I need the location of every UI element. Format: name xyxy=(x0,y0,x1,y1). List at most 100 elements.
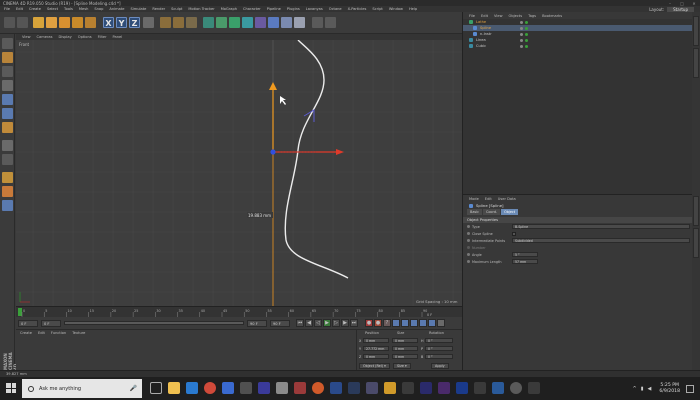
size-z-field[interactable]: 0 mm xyxy=(392,354,418,359)
side-tab-attributes[interactable] xyxy=(693,196,699,226)
material-menu-texture[interactable]: Texture xyxy=(72,331,85,335)
step-forward-icon[interactable]: ▷ xyxy=(332,319,340,327)
viewport-menu-cameras[interactable]: Cameras xyxy=(37,35,53,39)
menu-render[interactable]: Render xyxy=(152,7,165,11)
spline-type-dropdown[interactable]: B-Spline xyxy=(512,224,690,229)
max-frame-field[interactable]: 90 F xyxy=(270,319,290,327)
intermediate-points-dropdown[interactable]: Subdivided xyxy=(512,238,690,243)
play-icon[interactable]: ▶ xyxy=(323,319,331,327)
parameter-key-icon[interactable] xyxy=(419,319,427,327)
object-visibility-tags[interactable] xyxy=(520,44,530,48)
menu-mograph[interactable]: MoGraph xyxy=(221,7,237,11)
om-menu-edit[interactable]: Edit xyxy=(481,14,488,18)
menu-motion-tracker[interactable]: Motion Tracker xyxy=(188,7,214,11)
app-icon[interactable] xyxy=(528,382,540,394)
size-x-field[interactable]: 0 mm xyxy=(392,338,418,343)
timeline-settings-icon[interactable] xyxy=(437,319,445,327)
tab-object[interactable]: Object xyxy=(501,209,519,215)
light-icon[interactable] xyxy=(294,17,305,28)
menu-sculpt[interactable]: Sculpt xyxy=(171,7,182,11)
octane-icon[interactable] xyxy=(312,17,323,28)
cube-primitive-icon[interactable] xyxy=(203,17,214,28)
timeline-ruler[interactable]: 0 5 10 15 20 25 30 35 40 45 50 55 60 65 70 75 80 85 90 0 F xyxy=(16,306,462,318)
action-center-icon[interactable] xyxy=(686,384,694,393)
z-axis-lock-button[interactable]: Z xyxy=(129,17,140,28)
coordinate-mode-dropdown[interactable]: Object (Rel) ▾ xyxy=(359,363,390,369)
firefox-icon[interactable] xyxy=(312,382,324,394)
object-origin-handle[interactable] xyxy=(270,149,276,155)
sculpt-icon[interactable] xyxy=(2,172,13,183)
scale-key-icon[interactable] xyxy=(401,319,409,327)
model-mode-icon[interactable] xyxy=(2,52,13,63)
menu-create[interactable]: Create xyxy=(29,7,41,11)
am-menu-mode[interactable]: Mode xyxy=(469,197,479,201)
plugin-icon[interactable] xyxy=(325,17,336,28)
make-editable-icon[interactable] xyxy=(2,38,13,49)
position-x-field[interactable]: 0 mm xyxy=(363,338,389,343)
microphone-icon[interactable]: 🎤 xyxy=(130,385,137,392)
side-tab-objects[interactable] xyxy=(693,16,699,46)
viewport-canvas[interactable]: Front 19.883 mm Grid Spacing : 10 mm xyxy=(16,40,462,306)
next-key-icon[interactable]: ▶ xyxy=(341,319,349,327)
object-visibility-tags[interactable] xyxy=(520,20,530,24)
maximum-length-field[interactable]: 57 mm xyxy=(512,259,538,264)
minimize-button[interactable]: – xyxy=(664,1,676,6)
angle-field[interactable]: 5 ° xyxy=(512,252,538,257)
camera-icon[interactable] xyxy=(281,17,292,28)
viewport-menu-panel[interactable]: Panel xyxy=(113,35,123,39)
am-menu-edit[interactable]: Edit xyxy=(485,197,492,201)
premiere-icon[interactable] xyxy=(420,382,432,394)
calculator-icon[interactable] xyxy=(240,382,252,394)
close-button[interactable]: ✕ xyxy=(688,1,700,6)
viewport-menu-options[interactable]: Options xyxy=(78,35,92,39)
menu-pipeline[interactable]: Pipeline xyxy=(267,7,281,11)
end-frame-field[interactable]: 90 F xyxy=(247,319,267,327)
polygons-mode-icon[interactable] xyxy=(2,122,13,133)
paint-icon[interactable] xyxy=(2,186,13,197)
menu-file[interactable]: File xyxy=(4,7,10,11)
keyframe-dot-icon[interactable] xyxy=(467,225,470,228)
position-z-field[interactable]: 0 mm xyxy=(363,354,389,359)
om-menu-bookmarks[interactable]: Bookmarks xyxy=(542,14,562,18)
file-explorer-icon[interactable] xyxy=(168,382,180,394)
cinema4d-taskbar-icon[interactable] xyxy=(348,382,360,394)
texture-mode-icon[interactable] xyxy=(2,66,13,77)
rotation-key-icon[interactable] xyxy=(410,319,418,327)
autokey-icon[interactable]: ● xyxy=(374,319,382,327)
viewport-menu-filter[interactable]: Filter xyxy=(98,35,107,39)
points-mode-icon[interactable] xyxy=(2,94,13,105)
photoshop-icon[interactable] xyxy=(456,382,468,394)
render-settings-icon[interactable] xyxy=(186,17,197,28)
record-icon[interactable]: ● xyxy=(365,319,373,327)
start-frame-field[interactable]: 0 F xyxy=(18,319,38,327)
apply-button[interactable]: Apply xyxy=(431,363,449,369)
chrome-browser-icon[interactable] xyxy=(204,382,216,394)
app-icon[interactable] xyxy=(402,382,414,394)
om-menu-view[interactable]: View xyxy=(494,14,503,18)
axis-mode-icon[interactable] xyxy=(2,140,13,151)
preview-range-slider[interactable] xyxy=(64,321,244,325)
undo-icon[interactable] xyxy=(4,17,15,28)
pla-key-icon[interactable] xyxy=(428,319,436,327)
tab-coord[interactable]: Coord. xyxy=(482,209,501,215)
side-tab-layers[interactable] xyxy=(693,228,699,258)
position-y-field[interactable]: 27.772 mm xyxy=(363,346,389,351)
keyframe-dot-icon[interactable] xyxy=(467,239,470,242)
system-clock[interactable]: 5:25 PM 6/9/2018 xyxy=(659,383,680,395)
rotate-tool-icon[interactable] xyxy=(72,17,83,28)
windows-start-icon[interactable] xyxy=(6,383,16,393)
object-visibility-tags[interactable] xyxy=(520,38,530,42)
size-mode-dropdown[interactable]: Size ▾ xyxy=(393,363,411,369)
photos-icon[interactable] xyxy=(276,382,288,394)
redo-icon[interactable] xyxy=(17,17,28,28)
coordinate-system-icon[interactable] xyxy=(143,17,154,28)
app-icon[interactable] xyxy=(366,382,378,394)
store-icon[interactable] xyxy=(222,382,234,394)
environment-icon[interactable] xyxy=(268,17,279,28)
tab-basic[interactable]: Basic xyxy=(467,209,482,215)
app-icon[interactable] xyxy=(258,382,270,394)
material-menu-function[interactable]: Function xyxy=(51,331,66,335)
volume-icon[interactable]: ◀ xyxy=(648,386,652,392)
menu-octane[interactable]: Octane xyxy=(329,7,342,11)
app-icon[interactable] xyxy=(474,382,486,394)
